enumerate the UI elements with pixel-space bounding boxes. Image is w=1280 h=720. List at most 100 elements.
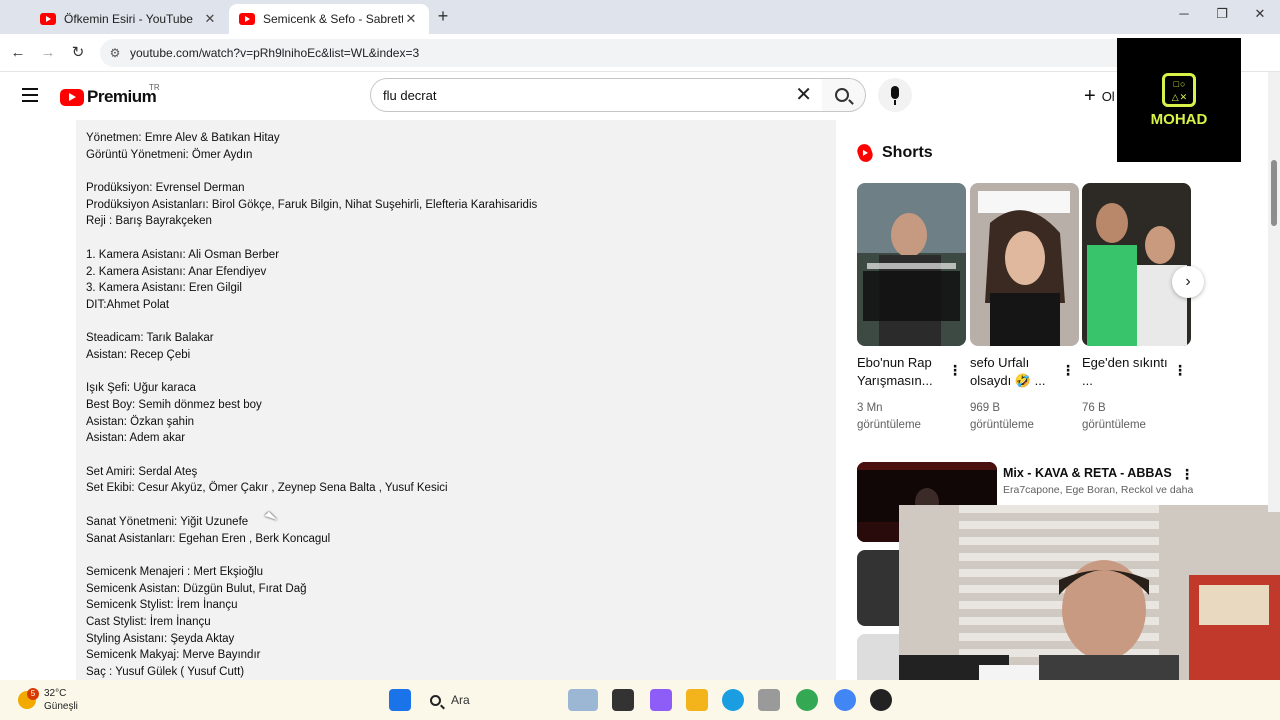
weather-condition: Güneşli [44, 701, 78, 712]
description-line: Set Ekibi: Cesur Akyüz, Ömer Çakır , Zey… [86, 482, 448, 495]
description-line: Yönetmen: Emre Alev & Batıkan Hitay [86, 132, 280, 144]
description-line: Sanat Asistanları: Egehan Eren , Berk Ko… [86, 532, 331, 545]
description-line: Cast Stylist: İrem İnançu [86, 615, 211, 628]
country-code: TR [149, 83, 160, 92]
maximize-icon[interactable]: ❐ [1212, 6, 1232, 22]
forward-arrow-icon[interactable]: → [38, 43, 58, 63]
gamepad-symbols-icon [1162, 72, 1196, 107]
description-line: Saç : Yusuf Gülek ( Yusuf Cutt) [86, 666, 245, 678]
create-label: Ol [1101, 88, 1115, 104]
description-line [86, 163, 826, 180]
short-views: 76 B görüntüleme [1082, 400, 1191, 434]
mix-title[interactable]: Mix - KAVA & RETA - ABBAS [1003, 466, 1183, 480]
short-thumbnail[interactable] [857, 183, 966, 346]
browser-tab-bar: Öfkemin Esiri - YouTube ✕ Semicenk & Sef… [0, 0, 1280, 34]
short-item[interactable]: sefo Urfalı olsaydı 🤣 ... ⋮ 969 B görüntü… [970, 183, 1079, 434]
short-title[interactable]: Ebo'nun Rap Yarışmasın... [857, 354, 945, 390]
sun-icon: 5 [18, 688, 39, 709]
short-thumbnail-image [1082, 183, 1191, 346]
short-title[interactable]: sefo Urfalı olsaydı 🤣 ... [970, 354, 1058, 390]
more-options-icon[interactable]: ⋮ [1173, 362, 1187, 379]
back-arrow-icon[interactable]: ← [8, 43, 28, 63]
description-line [86, 314, 826, 331]
description-line: Set Amiri: Serdal Ateş [86, 465, 198, 478]
description-line: Semicenk Stylist: İrem İnançu [86, 599, 238, 612]
reload-icon[interactable]: ↻ [68, 43, 88, 63]
video-thumbnail[interactable] [857, 634, 901, 680]
shorts-next-chevron-right-icon[interactable]: › [1172, 266, 1204, 298]
chrome-profile-icon[interactable] [834, 689, 856, 711]
short-thumbnail[interactable] [970, 183, 1079, 346]
site-info-icon[interactable]: ⚙ [100, 46, 130, 60]
short-item[interactable]: Ege'den sıkıntı ... ⋮ 76 B görüntüleme [1082, 183, 1191, 434]
description-line: 3. Kamera Asistanı: Eren Gilgil [86, 282, 242, 295]
description-line: Prodüksiyon: Evrensel Derman [86, 182, 245, 195]
youtube-play-icon [60, 88, 84, 106]
close-tab-icon[interactable]: ✕ [202, 11, 218, 27]
weather-widget[interactable]: 5 32°C Güneşli [18, 687, 78, 713]
new-tab-plus-icon[interactable]: + [434, 7, 452, 25]
more-options-icon[interactable]: ⋮ [1180, 466, 1194, 483]
minimize-icon[interactable]: ─ [1174, 6, 1194, 21]
youtube-favicon-icon [239, 13, 255, 25]
short-views: 969 B görüntüleme [970, 400, 1079, 434]
tab-title: Semicenk & Sefo - Sabrettim (p [263, 12, 403, 26]
clear-search-icon[interactable]: ✕ [795, 85, 812, 105]
store-icon[interactable] [758, 689, 780, 711]
scrollbar-thumb[interactable] [1271, 160, 1277, 226]
tab-semicenk-sefo[interactable]: Semicenk & Sefo - Sabrettim (p ✕ [229, 4, 429, 34]
create-button[interactable]: + Ol [1078, 82, 1115, 110]
short-views-count: 3 Mn [857, 402, 883, 414]
widgets-icon[interactable] [568, 689, 598, 711]
video-thumbnail[interactable] [857, 550, 901, 626]
youtube-header: Premium TR flu decrat ✕ + Ol [0, 72, 1280, 120]
page-scrollbar[interactable] [1268, 72, 1280, 512]
short-views-count: 969 B [970, 402, 1001, 414]
browser-nav-bar: ← → ↻ ⚙ youtube.com/watch?v=pRh9lnihoEc&… [0, 34, 1280, 72]
close-window-icon[interactable]: ✕ [1250, 6, 1270, 22]
youtube-premium-logo[interactable]: Premium TR [60, 83, 160, 107]
description-line: Styling Asistanı: Şeyda Aktay [86, 632, 235, 645]
shorts-title: Shorts [882, 144, 933, 161]
short-views-label: görüntüleme [970, 419, 1034, 431]
taskbar-search-label: Ara [451, 693, 470, 707]
description-line: Sanat Yönetmeni: Yiğit Uzunefe [86, 515, 249, 528]
address-bar[interactable]: ⚙ youtube.com/watch?v=pRh9lnihoEc&list=W… [100, 39, 1200, 67]
app-icon[interactable] [870, 689, 892, 711]
tab-ofkemin-esiri[interactable]: Öfkemin Esiri - YouTube ✕ [30, 4, 228, 34]
short-views-label: görüntüleme [857, 419, 921, 431]
voice-search-mic-icon[interactable] [878, 78, 912, 112]
windows-start-icon[interactable] [389, 689, 411, 711]
close-tab-icon[interactable]: ✕ [403, 11, 419, 27]
windows-taskbar: 5 32°C Güneşli Ara [0, 680, 1280, 720]
plus-icon: + [1084, 84, 1096, 107]
task-view-icon[interactable] [612, 689, 634, 711]
more-options-icon[interactable]: ⋮ [1061, 362, 1075, 379]
menu-icon[interactable] [22, 88, 38, 102]
copilot-icon[interactable] [650, 689, 672, 711]
description-line: 2. Kamera Asistanı: Anar Efendiyev [86, 265, 267, 278]
description-line: Semicenk Makyaj: Merve Bayındır [86, 649, 261, 662]
search-button[interactable] [822, 78, 866, 112]
notification-badge: 5 [27, 688, 39, 700]
short-thumbnail[interactable] [1082, 183, 1191, 346]
short-views: 3 Mn görüntüleme [857, 400, 966, 434]
more-options-icon[interactable]: ⋮ [948, 362, 962, 379]
edge-browser-icon[interactable] [722, 689, 744, 711]
taskbar-search[interactable]: Ara [424, 688, 564, 712]
overlay-brand: MOHAD [1150, 110, 1208, 128]
search-value: flu decrat [383, 87, 437, 103]
short-thumbnail-image [857, 183, 966, 346]
description-line: Prodüksiyon Asistanları: Birol Gökçe, Fa… [86, 198, 538, 211]
description-line: Görüntü Yönetmeni: Ömer Aydın [86, 148, 253, 161]
search-icon [835, 88, 849, 102]
search-icon [430, 694, 441, 706]
search-input[interactable]: flu decrat ✕ [370, 78, 823, 112]
short-item[interactable]: Ebo'nun Rap Yarışmasın... ⋮ 3 Mn görüntül… [857, 183, 966, 434]
chrome-icon[interactable] [796, 689, 818, 711]
description-line: 1. Kamera Asistanı: Ali Osman Berber [86, 248, 280, 261]
description-line [86, 497, 826, 514]
file-explorer-icon[interactable] [686, 689, 708, 711]
temperature: 32°C [44, 688, 67, 699]
short-title[interactable]: Ege'den sıkıntı ... [1082, 354, 1170, 390]
